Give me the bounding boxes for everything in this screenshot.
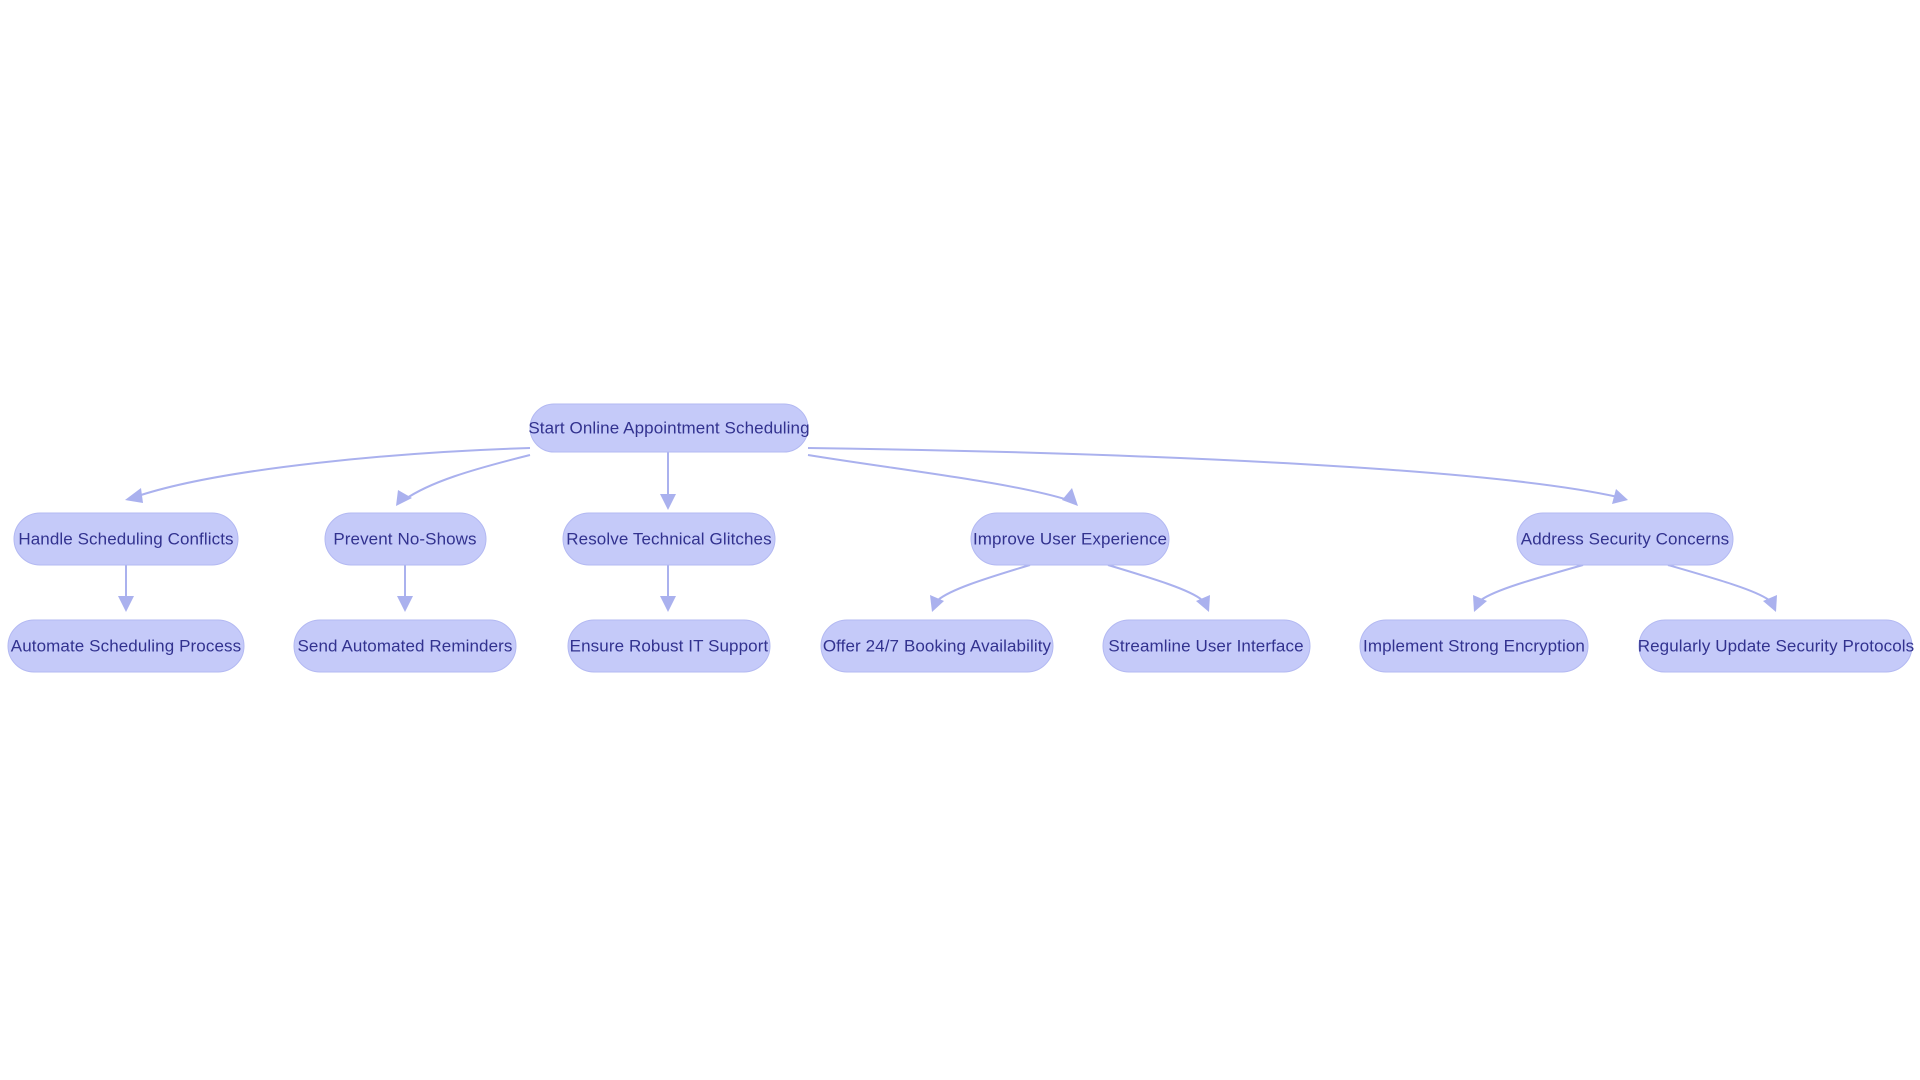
arrowhead-icon <box>125 488 143 503</box>
node-prevent-no-shows-label: Prevent No-Shows <box>333 529 476 548</box>
node-resolve-technical-glitches[interactable]: Resolve Technical Glitches <box>562 512 776 566</box>
node-ensure-robust-it-support-label: Ensure Robust IT Support <box>570 636 769 655</box>
node-offer-247-booking-availability-label: Offer 24/7 Booking Availability <box>823 636 1052 655</box>
node-start[interactable]: Start Online Appointment Scheduling <box>528 403 810 453</box>
node-send-automated-reminders[interactable]: Send Automated Reminders <box>293 619 517 673</box>
node-streamline-user-interface-label: Streamline User Interface <box>1108 636 1303 655</box>
node-implement-strong-encryption[interactable]: Implement Strong Encryption <box>1359 619 1589 673</box>
node-handle-scheduling-conflicts-label: Handle Scheduling Conflicts <box>18 529 233 548</box>
node-start-label: Start Online Appointment Scheduling <box>528 418 809 437</box>
node-improve-user-experience-label: Improve User Experience <box>973 529 1167 548</box>
arrowhead-icon <box>1062 488 1078 506</box>
arrowhead-icon <box>660 494 676 510</box>
node-regularly-update-security-protocols-label: Regularly Update Security Protocols <box>1638 636 1915 655</box>
node-improve-user-experience[interactable]: Improve User Experience <box>970 512 1170 566</box>
node-resolve-technical-glitches-label: Resolve Technical Glitches <box>566 529 771 548</box>
edge-address-security-concerns-to-implement-strong-encryption <box>1480 564 1584 601</box>
arrowhead-icon <box>1612 489 1628 504</box>
edge-start-to-improve-user-experience <box>807 454 1069 501</box>
node-regularly-update-security-protocols[interactable]: Regularly Update Security Protocols <box>1638 619 1915 673</box>
node-ensure-robust-it-support[interactable]: Ensure Robust IT Support <box>567 619 771 673</box>
flowchart-diagram: Start Online Appointment Scheduling Hand… <box>7 403 1915 673</box>
node-send-automated-reminders-label: Send Automated Reminders <box>297 636 512 655</box>
nodes-layer: Start Online Appointment Scheduling Hand… <box>7 403 1915 673</box>
edge-address-security-concerns-to-regularly-update-security-protocols <box>1667 564 1770 601</box>
node-automate-scheduling-process-label: Automate Scheduling Process <box>11 636 241 655</box>
arrowhead-icon <box>397 596 413 612</box>
node-implement-strong-encryption-label: Implement Strong Encryption <box>1363 636 1585 655</box>
node-automate-scheduling-process[interactable]: Automate Scheduling Process <box>7 619 245 673</box>
edge-start-to-prevent-no-shows <box>403 454 531 501</box>
node-prevent-no-shows[interactable]: Prevent No-Shows <box>324 512 487 566</box>
node-address-security-concerns[interactable]: Address Security Concerns <box>1516 512 1734 566</box>
node-offer-247-booking-availability[interactable]: Offer 24/7 Booking Availability <box>820 619 1054 673</box>
arrowhead-icon <box>118 596 134 612</box>
arrowhead-icon <box>660 596 676 612</box>
edge-improve-user-experience-to-offer-247-booking-availability <box>937 564 1031 601</box>
arrowhead-icon <box>396 490 412 506</box>
edge-start-to-handle-scheduling-conflicts <box>134 447 531 498</box>
node-address-security-concerns-label: Address Security Concerns <box>1521 529 1729 548</box>
node-streamline-user-interface[interactable]: Streamline User Interface <box>1102 619 1311 673</box>
edge-improve-user-experience-to-streamline-user-interface <box>1107 564 1203 601</box>
node-handle-scheduling-conflicts[interactable]: Handle Scheduling Conflicts <box>13 512 239 566</box>
